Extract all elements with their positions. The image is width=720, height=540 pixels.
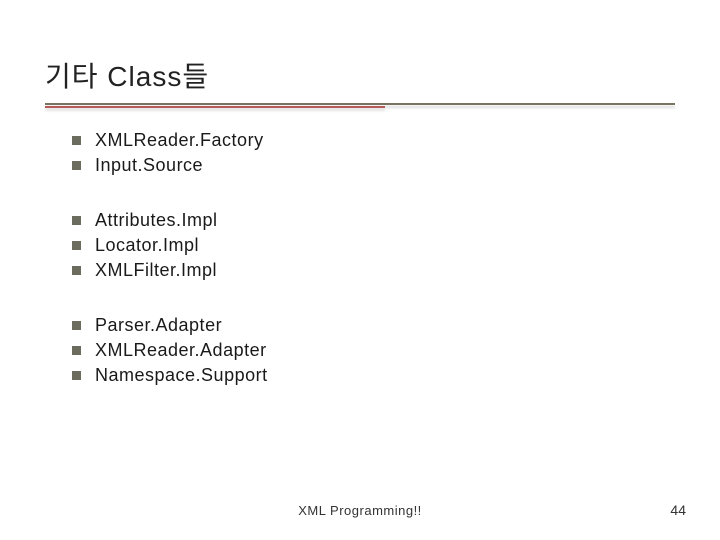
list-item: Attributes.Impl [72,210,660,231]
item-label: XMLReader.Adapter [95,340,267,361]
square-bullet-icon [72,241,81,250]
square-bullet-icon [72,371,81,380]
slide-title: 기타 Class들 [45,55,675,95]
underline-accent [45,106,385,108]
underline-main [45,103,675,105]
square-bullet-icon [72,136,81,145]
list-item: Namespace.Support [72,365,660,386]
content-area: XMLReader.Factory Input.Source Attribute… [72,130,660,420]
list-item: Parser.Adapter [72,315,660,336]
item-label: Locator.Impl [95,235,199,256]
list-item: XMLFilter.Impl [72,260,660,281]
bullet-group: Attributes.Impl Locator.Impl XMLFilter.I… [72,210,660,281]
slide: 기타 Class들 XMLReader.Factory Input.Source… [0,0,720,540]
bullet-group: Parser.Adapter XMLReader.Adapter Namespa… [72,315,660,386]
list-item: XMLReader.Adapter [72,340,660,361]
square-bullet-icon [72,216,81,225]
title-block: 기타 Class들 [45,55,675,109]
item-label: Input.Source [95,155,203,176]
square-bullet-icon [72,266,81,275]
item-label: Namespace.Support [95,365,268,386]
list-item: XMLReader.Factory [72,130,660,151]
square-bullet-icon [72,346,81,355]
bullet-group: XMLReader.Factory Input.Source [72,130,660,176]
item-label: XMLReader.Factory [95,130,264,151]
list-item: Input.Source [72,155,660,176]
square-bullet-icon [72,161,81,170]
page-number: 44 [670,502,686,518]
item-label: XMLFilter.Impl [95,260,217,281]
list-item: Locator.Impl [72,235,660,256]
square-bullet-icon [72,321,81,330]
title-underline [45,103,675,109]
footer-text: XML Programming!! [0,503,720,518]
item-label: Attributes.Impl [95,210,218,231]
item-label: Parser.Adapter [95,315,222,336]
